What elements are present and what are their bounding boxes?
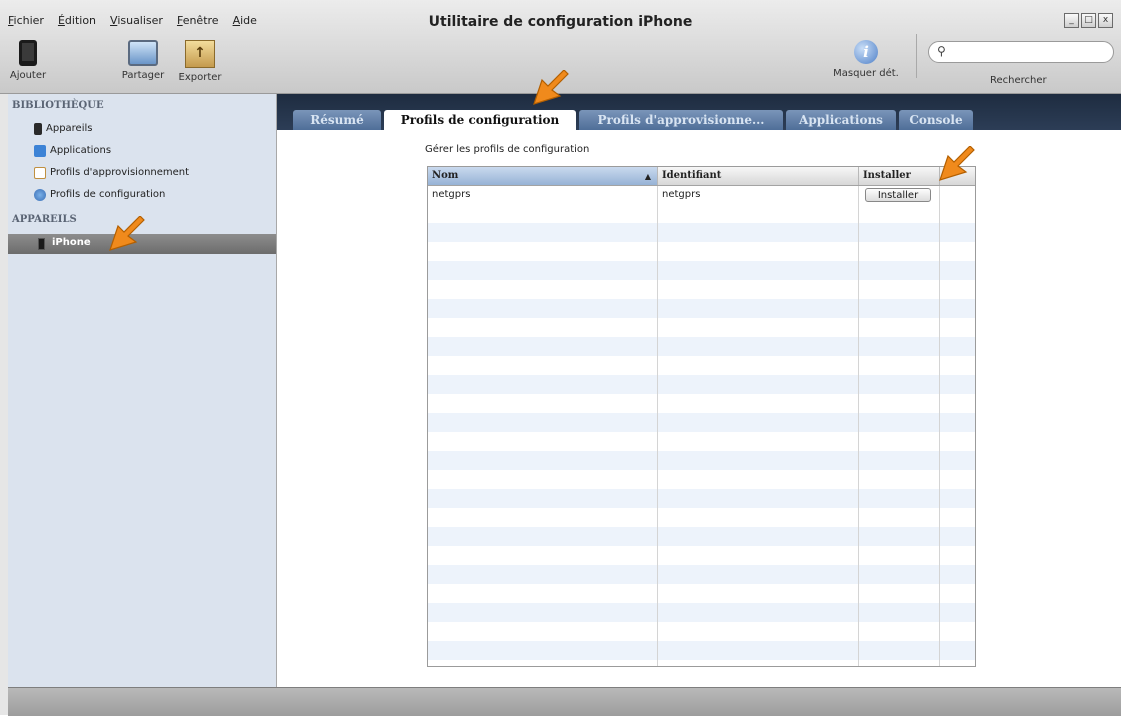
column-header-identifiant[interactable]: Identifiant [658,167,859,185]
close-button[interactable]: x [1098,13,1113,28]
profiles-table: Nom ▲ Identifiant Installer netgprs netg… [427,166,976,667]
devices-icon [34,123,42,135]
share-icon [128,40,158,66]
column-divider [939,185,940,666]
sidebar-item-label: Appareils [46,123,93,134]
search-field[interactable]: ⚲ [928,41,1114,63]
table-stripe [428,413,975,432]
sort-ascending-icon: ▲ [644,171,651,181]
table-stripe [428,565,975,584]
annotation-arrow-icon [533,70,569,105]
export-label: Exporter [178,72,222,83]
column-divider [858,185,859,666]
maximize-button[interactable]: □ [1081,13,1096,28]
sidebar-item-configuration[interactable]: Profils de configuration [34,186,165,204]
export-button[interactable]: Exporter [176,40,224,83]
table-header: Nom ▲ Identifiant Installer [428,167,975,186]
share-button[interactable]: Partager [120,40,166,81]
table-stripe [428,299,975,318]
table-stripe [428,375,975,394]
hide-details-label: Masquer dét. [833,68,899,79]
provisioning-profile-icon [34,167,46,179]
sidebar-item-applications[interactable]: Applications [34,142,111,160]
table-stripe [428,223,975,242]
column-divider [657,185,658,666]
tab-provisioning-profiles[interactable]: Profils d'approvisionne... [579,110,783,130]
sidebar-item-label: Profils de configuration [50,189,166,200]
column-header-installer[interactable]: Installer [859,167,940,185]
hide-details-button[interactable]: i Masquer dét. [826,40,906,79]
tab-configuration-profiles[interactable]: Profils de configuration [384,110,576,131]
table-cell-identifier: netgprs [662,189,701,200]
column-header-nom[interactable]: Nom ▲ [428,167,658,185]
sidebar-item-label: Profils d'approvisionnement [50,167,190,178]
info-icon: i [854,40,878,64]
table-stripe [428,337,975,356]
tab-bar: Résumé Profils de configuration Profils … [277,94,1121,131]
search-icon: ⚲ [937,44,946,58]
install-button[interactable]: Installer [865,188,931,202]
sidebar-item-provisioning[interactable]: Profils d'approvisionnement [34,164,189,182]
table-stripe [428,451,975,470]
iphone-add-icon [19,40,37,66]
tab-resume[interactable]: Résumé [293,110,381,130]
share-label: Partager [121,70,165,81]
table-stripe [428,261,975,280]
search-label: Rechercher [990,75,1047,86]
table-cell-name: netgprs [432,189,471,200]
annotation-arrow-icon [109,216,145,251]
export-box-icon [185,40,215,68]
minimize-button[interactable]: _ [1064,13,1079,28]
main-panel: Résumé Profils de configuration Profils … [277,94,1121,687]
section-subtitle: Gérer les profils de configuration [425,144,590,155]
app-window: Fichier Édition Visualiser Fenêtre Aide … [0,0,1121,716]
iphone-icon [38,238,45,250]
annotation-arrow-icon [939,146,975,181]
sidebar-item-label: iPhone [52,237,91,248]
window-controls: _ □ x [1064,13,1113,28]
tab-console[interactable]: Console [899,110,973,130]
applications-icon [34,145,46,157]
toolbar-separator [916,34,917,78]
configuration-profile-icon [34,189,46,201]
table-stripe [428,641,975,660]
sidebar: BIBLIOTHÈQUE Appareils Applications Prof… [8,94,277,687]
library-heading: BIBLIOTHÈQUE [12,100,104,111]
add-label: Ajouter [9,70,47,81]
table-stripe [428,527,975,546]
table-stripe [428,603,975,622]
table-stripe [428,489,975,508]
tab-applications[interactable]: Applications [786,110,896,130]
column-header-label: Nom [432,170,459,181]
window-title: Utilitaire de configuration iPhone [428,14,693,30]
add-button[interactable]: Ajouter [8,40,48,81]
devices-heading: APPAREILS [12,214,77,225]
sidebar-item-appareils[interactable]: Appareils [34,120,92,138]
sidebar-item-label: Applications [50,145,112,156]
status-bar [8,687,1121,716]
